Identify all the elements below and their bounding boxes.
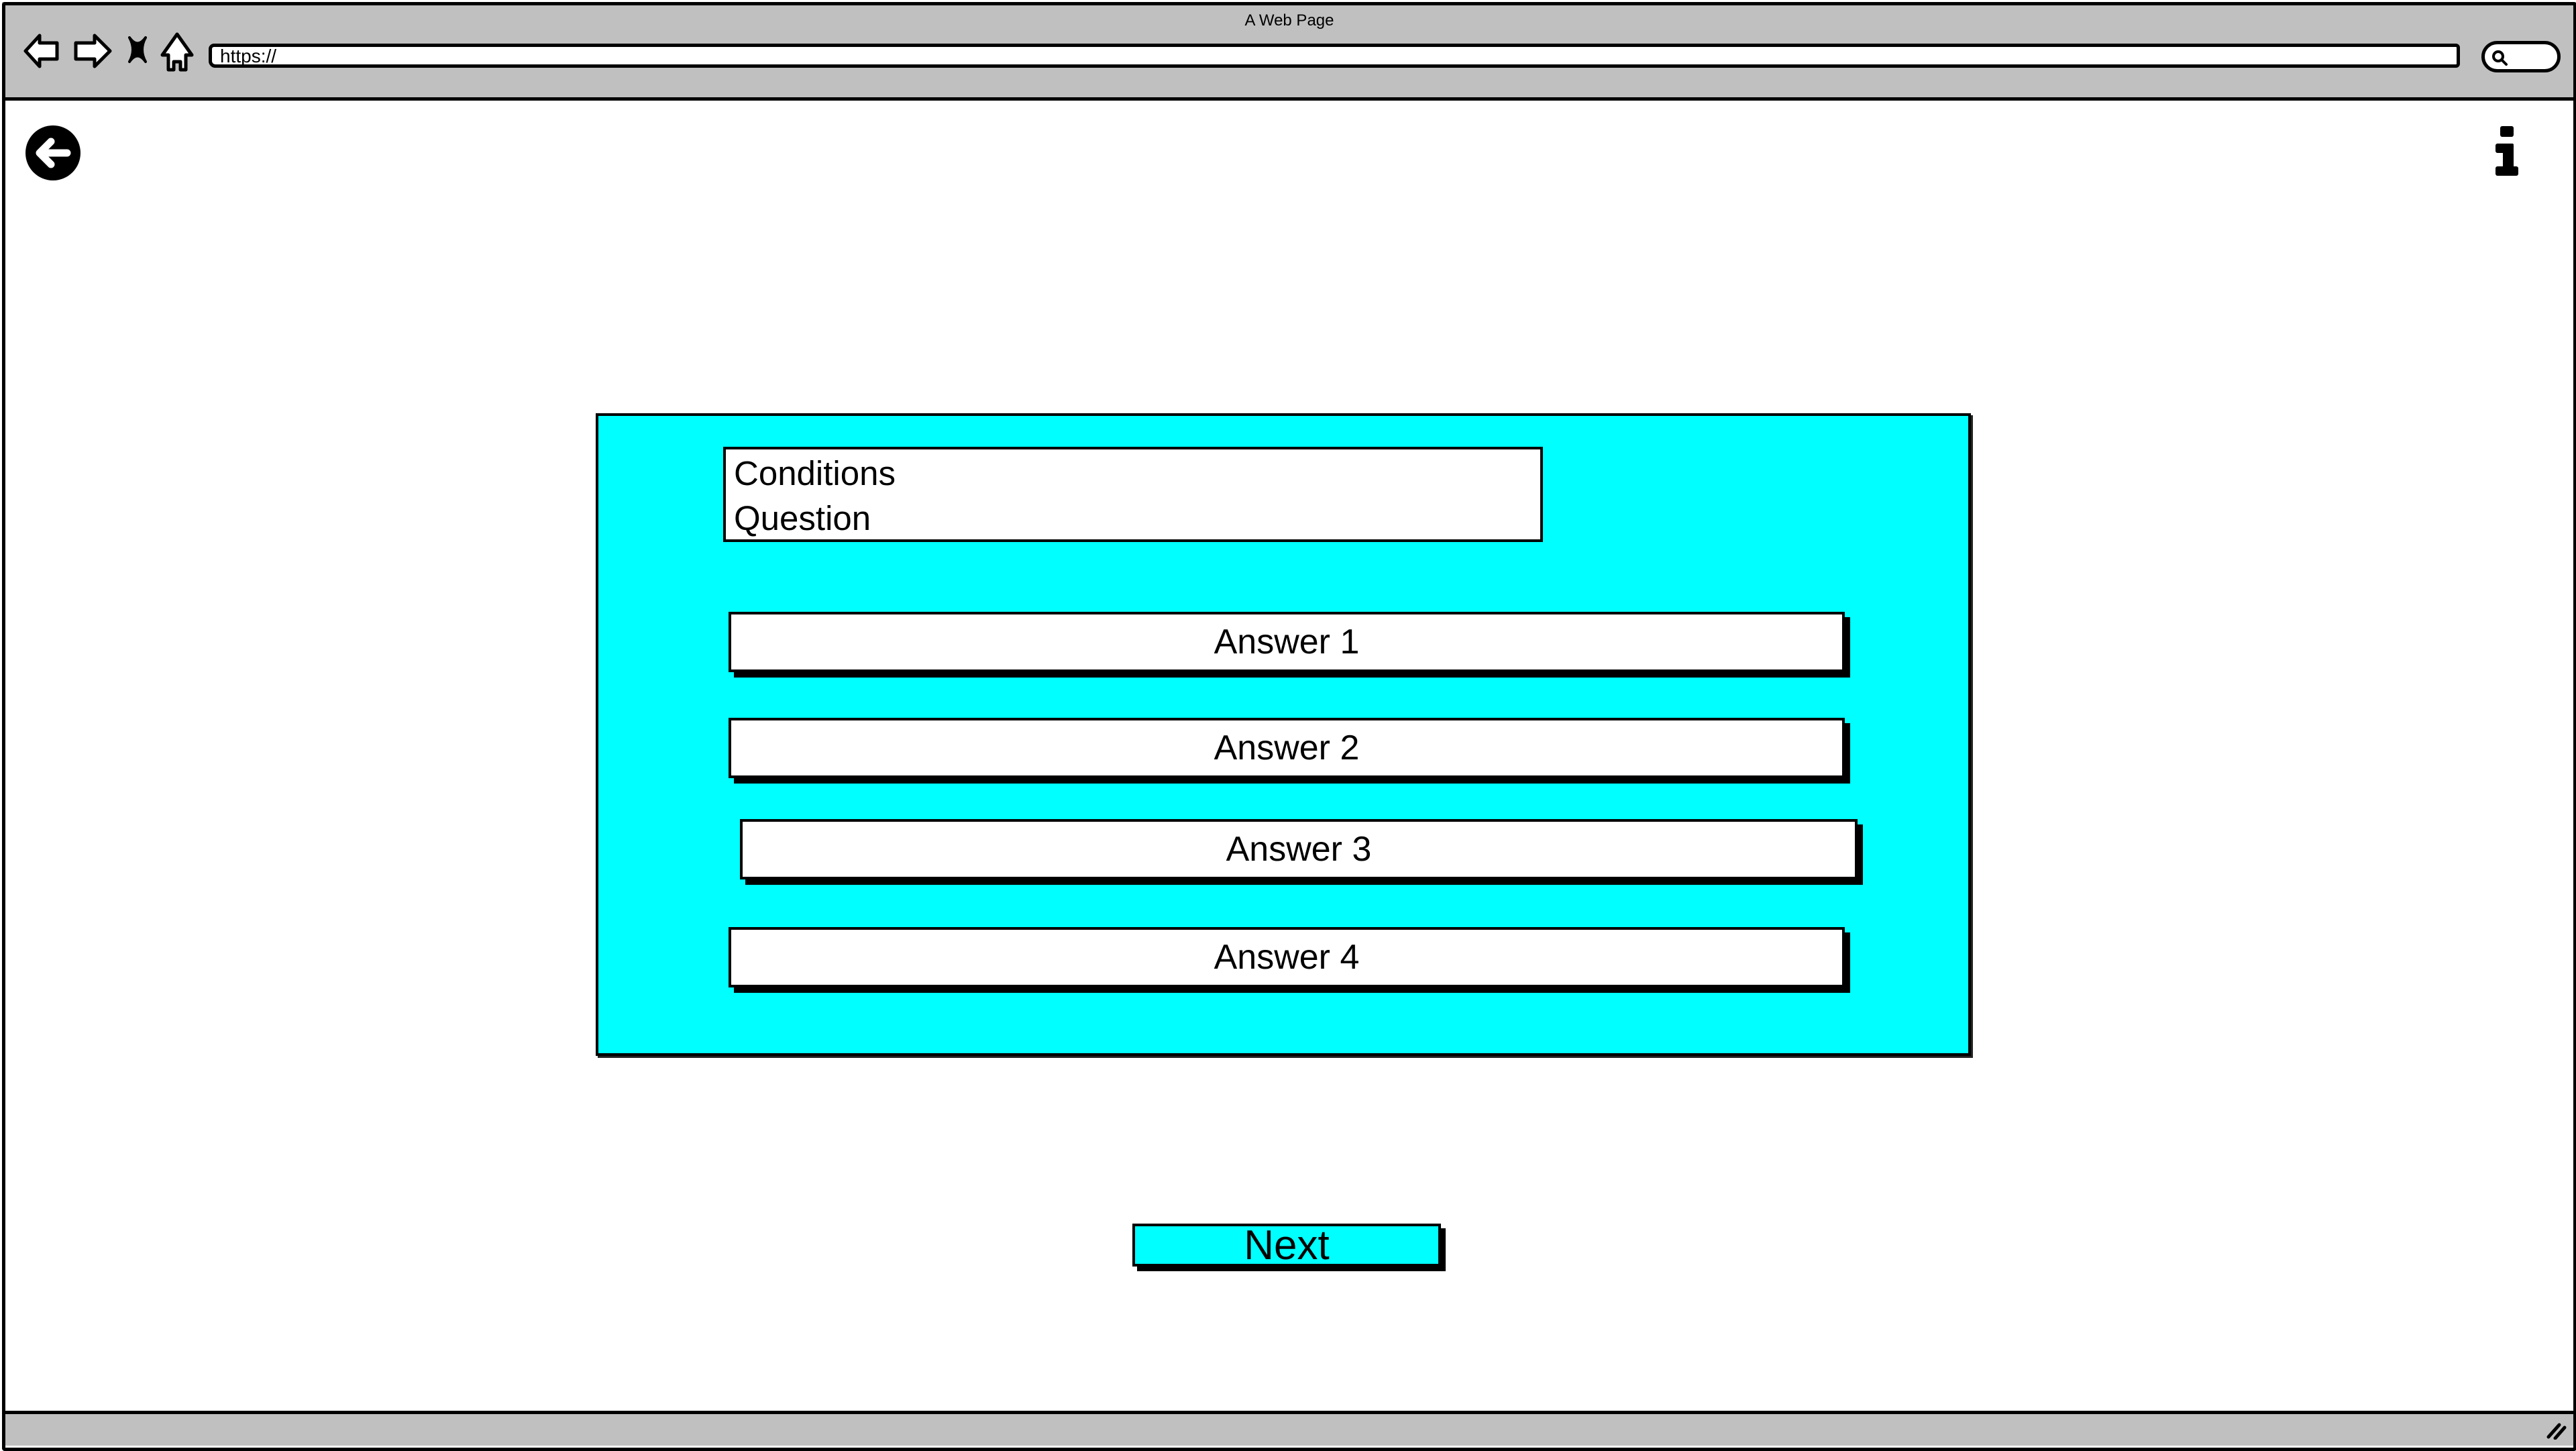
question-box: Conditions Question [723, 447, 1543, 542]
answer-button-2[interactable]: Answer 2 [729, 718, 1845, 778]
answer-button-4[interactable]: Answer 4 [729, 927, 1845, 987]
answer-button-1[interactable]: Answer 1 [729, 612, 1845, 672]
answer-button-3[interactable]: Answer 3 [740, 819, 1858, 879]
next-button[interactable]: Next [1132, 1222, 1441, 1269]
info-button[interactable] [2493, 123, 2521, 178]
question-text: Question [734, 499, 871, 537]
circle-arrow-left-icon [25, 125, 80, 180]
info-icon [2496, 126, 2518, 176]
back-button[interactable] [25, 125, 80, 180]
question-title: Conditions [734, 454, 896, 492]
